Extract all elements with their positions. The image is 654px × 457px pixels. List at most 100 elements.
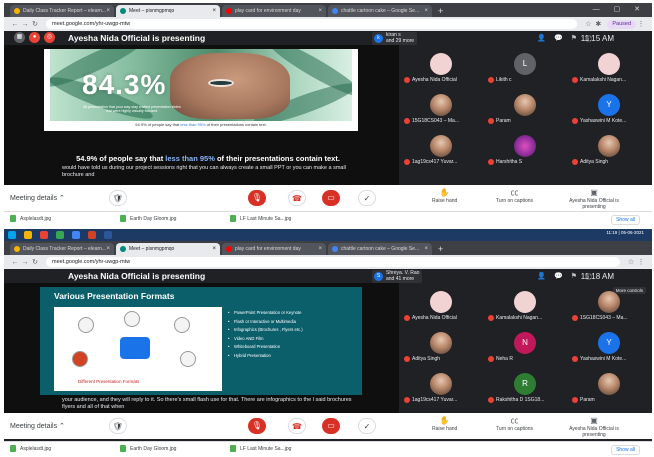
url-input[interactable]: meet.google.com/yhr-uwgp-mtw: [46, 19, 578, 29]
new-tab-icon[interactable]: +: [438, 5, 443, 17]
chrome-icon[interactable]: [40, 231, 48, 239]
participant-tile[interactable]: Ayesha Nida Official: [400, 289, 484, 323]
presenting-status-button[interactable]: ▣ Ayesha Nida Official is presenting: [564, 188, 624, 210]
browser-tab[interactable]: chattle cartoon cake – Google Se... ×: [328, 5, 432, 17]
camera-off-button[interactable]: ▭: [322, 418, 340, 434]
captions-button[interactable]: ㏄ Turn on captions: [496, 188, 533, 204]
close-tab-icon[interactable]: ×: [318, 246, 322, 252]
present-button[interactable]: ✓: [358, 418, 376, 434]
star-icon[interactable]: ☆: [626, 258, 636, 266]
meeting-details-button[interactable]: Meeting details ⌃: [10, 194, 65, 202]
present-button[interactable]: ✓: [358, 190, 376, 206]
show-all-button[interactable]: Show all: [611, 445, 640, 455]
start-icon[interactable]: [8, 231, 16, 239]
close-tab-icon[interactable]: ×: [106, 246, 110, 252]
participant-tile[interactable]: 1ag19cs417 Yuvar...: [400, 371, 484, 405]
camera-off-button[interactable]: ▭: [322, 190, 340, 206]
app-icon[interactable]: [72, 231, 80, 239]
browser-tab[interactable]: Daily Class Tracker Report – elearn... ×: [10, 243, 114, 255]
show-all-button[interactable]: Show all: [611, 215, 640, 225]
window-controls[interactable]: — ▢ ✕: [593, 5, 646, 13]
browser-tab[interactable]: play card for environment day ×: [222, 243, 326, 255]
close-tab-icon[interactable]: ×: [318, 8, 322, 14]
download-item[interactable]: Earth Day Gloom.jpg: [120, 445, 230, 452]
film-icon: [124, 311, 140, 327]
forward-icon[interactable]: →: [20, 21, 30, 28]
star-icon[interactable]: ☆: [583, 20, 593, 28]
profile-button[interactable]: Paused: [607, 19, 636, 29]
activities-icon[interactable]: ⚑: [571, 34, 577, 44]
close-tab-icon[interactable]: ×: [424, 246, 428, 252]
raise-hand-button[interactable]: ✋ Raise hand: [432, 188, 457, 204]
chat-icon[interactable]: 💬: [554, 272, 563, 282]
grid-icon[interactable]: ▦: [14, 32, 25, 43]
captions-button[interactable]: ㏄ Turn on captions: [496, 416, 533, 432]
participant-tile[interactable]: Aditya Singh: [568, 133, 652, 167]
participant-tile[interactable]: Kamalakshi Nagan...: [484, 289, 568, 323]
new-tab-icon[interactable]: +: [438, 243, 443, 255]
chat-icon[interactable]: 💬: [554, 34, 563, 44]
download-filename: Earth Day Gloom.jpg: [130, 445, 177, 452]
participant-tile[interactable]: Y Yashaswini M Kote...: [568, 92, 652, 126]
participant-tile[interactable]: 1ag19cs417 Yuvar...: [400, 133, 484, 167]
participant-tile[interactable]: N Neha R: [484, 330, 568, 364]
participant-chip[interactable]: k kiran s and 29 more: [372, 32, 418, 45]
close-tab-icon[interactable]: ×: [106, 8, 110, 14]
folder-icon[interactable]: [24, 231, 32, 239]
participant-tile[interactable]: L Likith c: [484, 51, 568, 85]
download-item[interactable]: Asplelasdt.jpg: [10, 445, 120, 452]
mic-off-button[interactable]: 🎙: [248, 418, 266, 434]
powerpoint-icon[interactable]: [88, 231, 96, 239]
download-item[interactable]: LF Last Minute Sa...jpg: [230, 215, 340, 222]
end-call-button[interactable]: ☎: [288, 190, 306, 206]
record-icon[interactable]: ●: [29, 32, 40, 43]
participant-name: Param: [572, 397, 652, 403]
close-tab-icon[interactable]: ×: [424, 8, 428, 14]
meeting-details-button[interactable]: Meeting details ⌃: [10, 422, 65, 430]
extensions-icon[interactable]: ✱: [593, 20, 603, 28]
presenting-status-button[interactable]: ▣ Ayesha Nida Official is presenting: [564, 416, 624, 438]
download-item[interactable]: Asplelasdt.jpg: [10, 215, 120, 222]
list-item: Flash or Interactive or Multimedia: [228, 318, 358, 327]
app-icon[interactable]: [56, 231, 64, 239]
participant-tile[interactable]: Ayesha Nida Official: [400, 51, 484, 85]
mic-off-button[interactable]: 🎙: [248, 190, 266, 206]
browser-tab-active[interactable]: Meet – pisnmgpmqo ×: [116, 5, 220, 17]
browser-tab[interactable]: chattle cartoon cake – Google Se... ×: [328, 243, 432, 255]
download-item[interactable]: LF Last Minute Sa...jpg: [230, 445, 340, 452]
browser-tab[interactable]: Daily Class Tracker Report – elearn... ×: [10, 5, 114, 17]
participant-tile[interactable]: Param: [568, 371, 652, 405]
browser-tab-active[interactable]: Meet – pisnmgpmqo ×: [116, 243, 220, 255]
url-input[interactable]: meet.google.com/yhr-uwgp-mtw: [46, 257, 620, 267]
participant-tile[interactable]: Harshitha S: [484, 133, 568, 167]
close-tab-icon[interactable]: ×: [212, 8, 216, 14]
participant-tile[interactable]: 1SG18CS043 – Ma...: [568, 289, 652, 323]
participant-tile[interactable]: Y Yashaswini M Kote...: [568, 330, 652, 364]
word-icon[interactable]: [104, 231, 112, 239]
participant-tile[interactable]: Kamalakshi Nagan...: [568, 51, 652, 85]
activity-icon[interactable]: ◎: [44, 32, 55, 43]
close-tab-icon[interactable]: ×: [212, 246, 216, 252]
participant-tile[interactable]: Aditya Singh: [400, 330, 484, 364]
activities-icon[interactable]: ⚑: [571, 272, 577, 282]
forward-icon[interactable]: →: [20, 259, 30, 266]
mic-off-icon: [488, 118, 494, 124]
reload-icon[interactable]: ↻: [30, 20, 40, 28]
back-icon[interactable]: ←: [10, 259, 20, 266]
menu-icon[interactable]: ⋮: [636, 258, 646, 266]
menu-icon[interactable]: ⋮: [636, 20, 646, 28]
raise-hand-button[interactable]: ✋ Raise hand: [432, 416, 457, 432]
reload-icon[interactable]: ↻: [30, 258, 40, 266]
security-icon[interactable]: 🛡: [109, 190, 127, 206]
people-icon[interactable]: 👤: [537, 272, 546, 282]
end-call-button[interactable]: ☎: [288, 418, 306, 434]
participant-tile[interactable]: 15G18CS043 – Ma...: [400, 92, 484, 126]
back-icon[interactable]: ←: [10, 21, 20, 28]
security-icon[interactable]: 🛡: [109, 418, 127, 434]
people-icon[interactable]: 👤: [537, 34, 546, 44]
participant-tile[interactable]: Param: [484, 92, 568, 126]
participant-tile[interactable]: R Rakshitha D 1SG18...: [484, 371, 568, 405]
browser-tab[interactable]: play card for environment day ×: [222, 5, 326, 17]
download-item[interactable]: Earth Day Gloom.jpg: [120, 215, 230, 222]
participant-chip[interactable]: S Shreya. V. Rao and 41 more: [372, 270, 423, 283]
